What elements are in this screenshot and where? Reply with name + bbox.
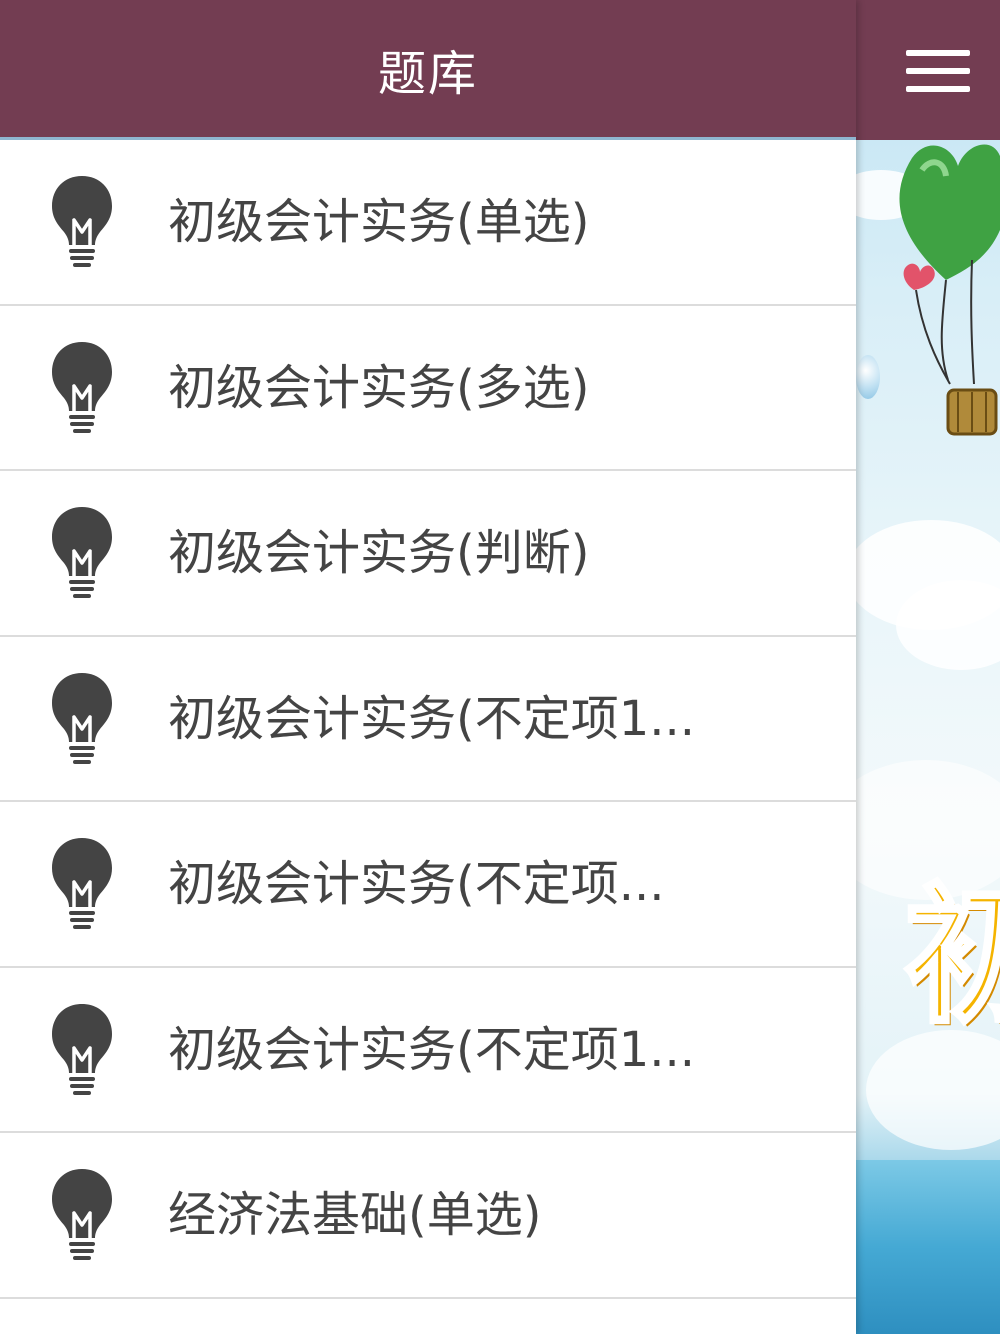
menu-icon-line [906,68,970,74]
list-item-label: 初级会计实务(不定项... [168,856,665,912]
main-page-background: 初 [856,0,1000,1334]
lightbulb-icon [50,505,114,601]
list-item[interactable]: 初级会计实务(不定项1... [0,637,856,802]
app-screen: 初 题库 初级会计实务(单选) 初级会计实务(多选) 初级会计实务(判断) 初级会计实… [0,0,1000,1334]
list-item[interactable]: 初级会计实务(多选) [0,306,856,471]
list-item-label: 初级会计实务(多选) [168,359,590,416]
question-bank-list: 初级会计实务(单选) 初级会计实务(多选) 初级会计实务(判断) 初级会计实务(不定项… [0,140,856,1299]
sea-decoration [856,1160,1000,1334]
cloud-decoration [866,1030,1000,1150]
main-header-bar [856,0,1000,140]
list-item[interactable]: 初级会计实务(单选) [0,140,856,306]
list-item-label: 初级会计实务(判断) [168,525,590,581]
menu-icon[interactable] [906,50,970,98]
list-item-label: 初级会计实务(不定项1... [168,1021,696,1078]
background-logo-text: 初 [902,870,1000,1044]
page-title: 题库 [377,45,478,102]
lightbulb-icon [50,174,114,270]
lightbulb-icon [50,340,114,436]
lightbulb-icon [50,836,114,932]
list-item-label: 初级会计实务(不定项1... [168,690,696,747]
list-item[interactable]: 初级会计实务(判断) [0,471,856,637]
list-item[interactable]: 初级会计实务(不定项1... [0,968,856,1133]
lightbulb-icon [50,1002,114,1098]
list-item-label: 经济法基础(单选) [168,1187,542,1243]
heart-balloon-icon [899,144,1000,436]
lightbulb-icon [50,1167,114,1263]
menu-icon-line [906,50,970,56]
list-item[interactable]: 经济法基础(单选) [0,1133,856,1299]
bubble-decoration [856,355,880,399]
lightbulb-icon [50,671,114,767]
menu-icon-line [906,86,970,92]
list-item[interactable]: 初级会计实务(不定项... [0,802,856,968]
drawer-header: 题库 [0,0,856,140]
navigation-drawer: 题库 初级会计实务(单选) 初级会计实务(多选) 初级会计实务(判断) 初级会计实务(… [0,0,856,1334]
list-item-label: 初级会计实务(单选) [168,194,590,250]
